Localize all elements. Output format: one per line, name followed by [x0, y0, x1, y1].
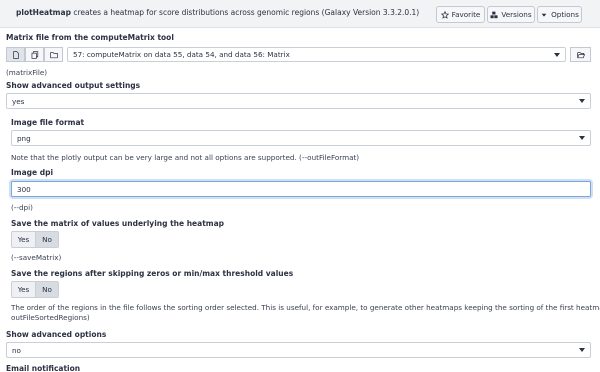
advanced-output-label: Show advanced output settings [6, 81, 141, 90]
browse-datasets-button[interactable] [570, 47, 591, 62]
cubes-icon [490, 11, 498, 18]
tool-description: creates a heatmap for score distribution… [73, 8, 420, 17]
advanced-output-select[interactable]: yes [6, 93, 591, 109]
caret-down-icon [579, 136, 585, 140]
dataset-collection-button[interactable] [44, 47, 63, 62]
matrix-file-select[interactable]: 57: computeMatrix on data 55, data 54, a… [67, 47, 566, 62]
image-format-label: Image file format [11, 118, 85, 127]
image-format-value: png [17, 133, 31, 143]
file-icon [12, 50, 19, 59]
versions-button[interactable]: Versions [487, 6, 535, 23]
folder-icon [49, 51, 58, 58]
advanced-options-select[interactable]: no [6, 342, 591, 358]
save-matrix-label: Save the matrix of values underlying the… [11, 219, 225, 228]
save-regions-label: Save the regions after skipping zeros or… [11, 269, 294, 278]
save-regions-help-line1: The order of the regions in the file fol… [11, 303, 600, 312]
image-dpi-label: Image dpi [11, 168, 54, 177]
star-icon [440, 10, 449, 19]
image-format-help: Note that the plotly output can be very … [11, 153, 360, 162]
options-button[interactable]: Options [537, 6, 582, 23]
tool-title: plotHeatmap creates a heatmap for score … [16, 8, 419, 17]
save-matrix-yes-option[interactable]: Yes [12, 232, 35, 247]
folder-open-icon [576, 51, 585, 58]
tool-name: plotHeatmap [16, 8, 71, 17]
caret-down-icon [579, 99, 585, 103]
matrix-file-value: 57: computeMatrix on data 55, data 54, a… [73, 50, 290, 59]
save-regions-help-line2: outFileSortedRegions) [11, 313, 90, 322]
image-dpi-value: 300 [17, 184, 31, 194]
save-matrix-help: (--saveMatrix) [11, 253, 62, 262]
advanced-options-label: Show advanced options [6, 330, 107, 339]
matrix-file-label: Matrix file from the computeMatrix tool [6, 33, 174, 42]
favorite-label: Favorite [451, 10, 481, 19]
caret-down-icon [554, 53, 560, 57]
save-matrix-no-option[interactable]: No [35, 232, 58, 247]
save-regions-toggle[interactable]: Yes No [11, 281, 59, 298]
versions-label: Versions [501, 10, 532, 19]
multiple-datasets-button[interactable] [25, 47, 44, 62]
save-regions-no-option[interactable]: No [35, 282, 58, 297]
email-notification-label: Email notification [6, 364, 81, 372]
caret-down-icon [579, 348, 585, 352]
files-icon [31, 50, 38, 59]
advanced-options-value: no [12, 345, 21, 355]
image-format-select[interactable]: png [11, 130, 591, 146]
save-matrix-toggle[interactable]: Yes No [11, 231, 59, 248]
matrix-file-help: (matrixFile) [6, 68, 48, 77]
options-label: Options [551, 10, 579, 19]
single-dataset-button[interactable] [6, 47, 25, 62]
image-dpi-help: (--dpi) [11, 203, 33, 212]
favorite-button[interactable]: Favorite [436, 6, 485, 23]
save-regions-yes-option[interactable]: Yes [12, 282, 35, 297]
caret-down-icon [541, 13, 547, 17]
advanced-output-value: yes [12, 96, 25, 106]
image-dpi-input[interactable]: 300 [11, 181, 591, 197]
tool-header: plotHeatmap creates a heatmap for score … [0, 0, 600, 28]
